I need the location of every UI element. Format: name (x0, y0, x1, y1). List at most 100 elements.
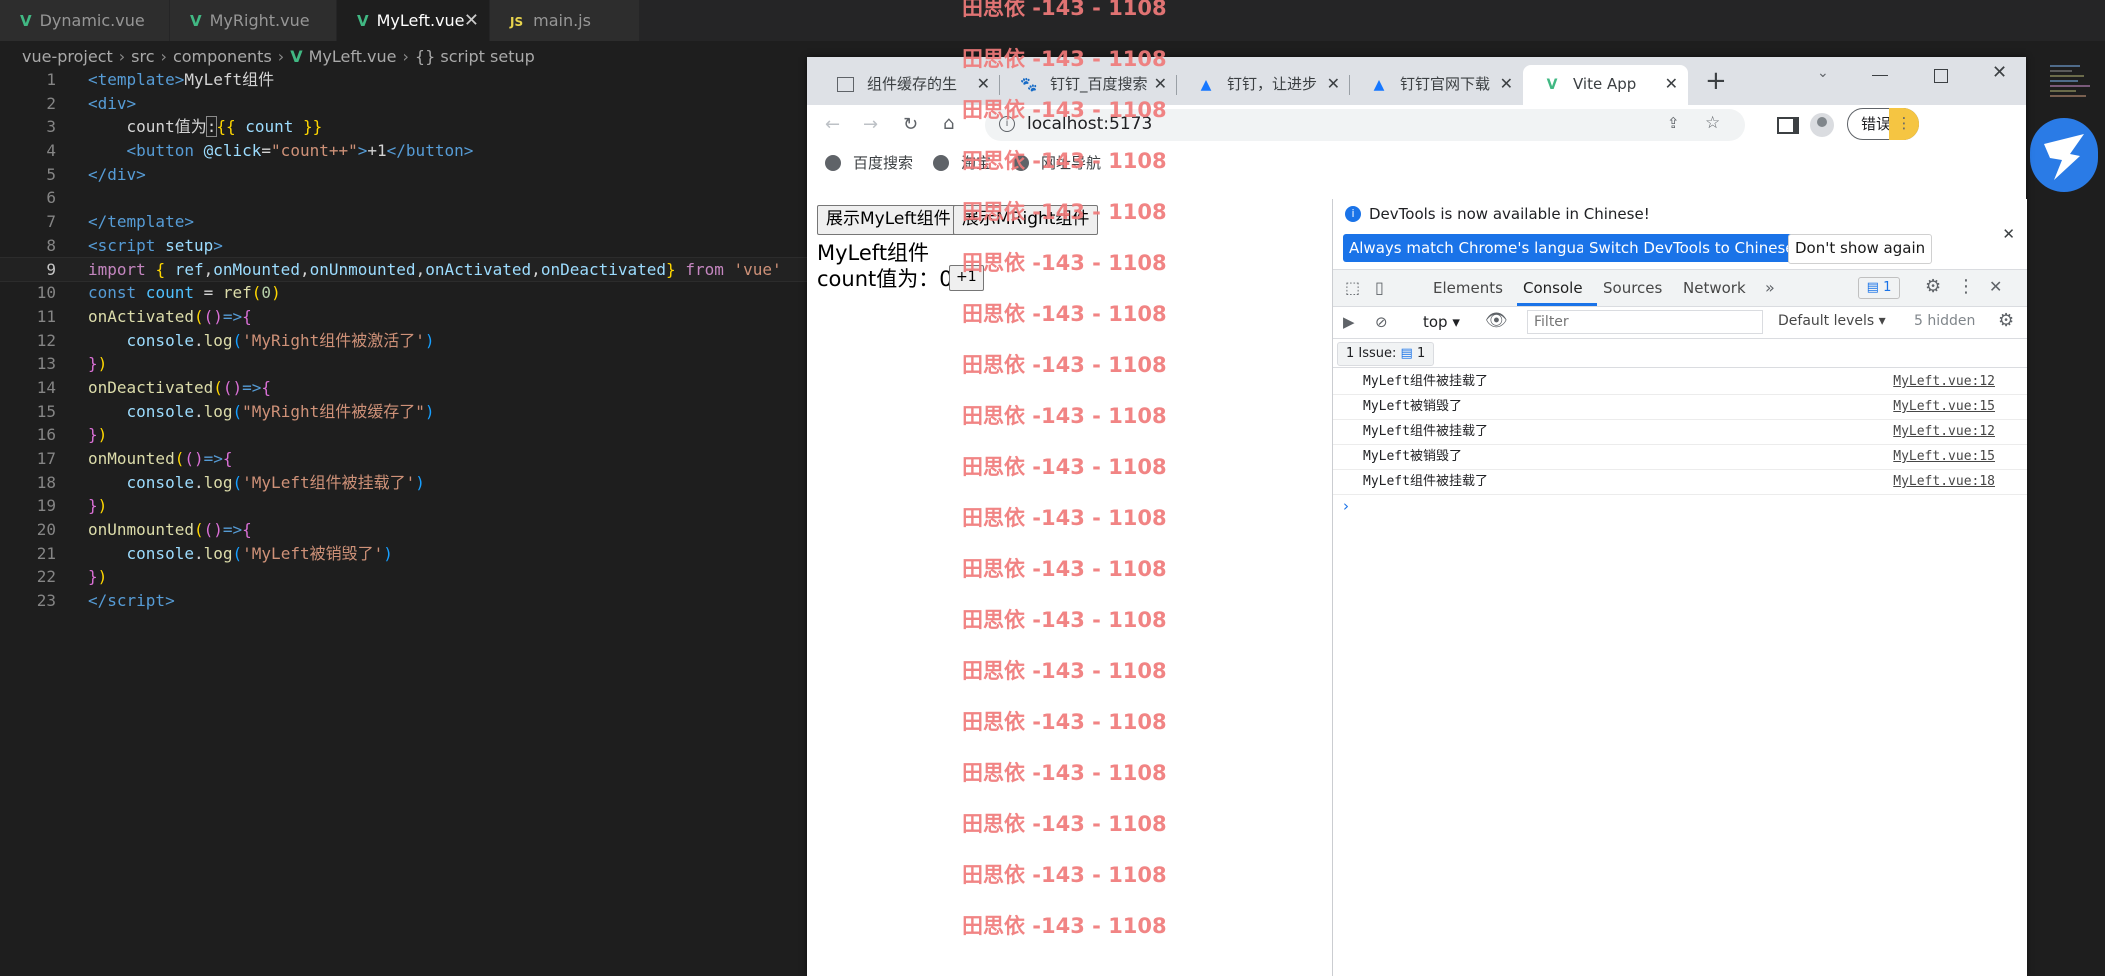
bookmark-baidu[interactable]: 百度搜索 (825, 145, 913, 181)
code-line: 3 count值为:{{ count }} (46, 116, 323, 138)
reload-icon[interactable]: ↻ (903, 115, 918, 135)
source-link[interactable]: MyLeft.vue:15 (1893, 394, 1995, 419)
tab-elements[interactable]: Elements (1433, 270, 1503, 306)
code-line: 10 const count = ref(0) (36, 283, 281, 303)
browser-tab[interactable]: ▲ 钉钉，让进步 ✕ (1177, 65, 1350, 105)
context-selector[interactable]: top ▾ (1423, 313, 1460, 331)
editor-tab-myleft[interactable]: V MyLeft.vue ✕ (337, 0, 490, 41)
close-window-button[interactable]: ✕ (1992, 62, 2007, 83)
device-toolbar-icon[interactable]: ▯ (1375, 278, 1384, 298)
code-line: 14 onDeactivated(()=>{ (36, 377, 272, 397)
show-myleft-button[interactable]: 展示MyLeft组件 (817, 205, 960, 235)
close-icon[interactable]: ✕ (1989, 277, 2002, 297)
profile-error-button[interactable]: 错误 ⋮ (1847, 108, 1919, 140)
browser-tab-active[interactable]: V Vite App ✕ (1523, 65, 1688, 105)
switch-to-chinese-button[interactable]: Switch DevTools to Chinese (1583, 234, 1801, 262)
issues-counter[interactable]: ▤ 1 (1858, 277, 1900, 299)
source-link[interactable]: MyLeft.vue:12 (1893, 419, 1995, 444)
code-line: 1 <template>MyLeft组件 (46, 70, 275, 89)
more-vert-icon[interactable]: ⋮ (1889, 108, 1919, 140)
info-icon: i (1345, 206, 1361, 222)
source-link[interactable]: MyLeft.vue:18 (1893, 469, 1995, 494)
breadcrumb-item[interactable]: {} script setup (415, 47, 535, 66)
back-icon[interactable]: ← (825, 115, 840, 135)
minimize-button[interactable] (1872, 75, 1888, 76)
clear-console-icon[interactable]: ⊘ (1375, 312, 1388, 332)
watermark-text: 田思依 -143 - 1108 (962, 455, 1167, 479)
code-line: 13}) (36, 354, 108, 374)
share-icon[interactable]: ⇪ (1667, 114, 1680, 132)
source-link[interactable]: MyLeft.vue:12 (1893, 369, 1995, 394)
editor-tab-myright[interactable]: V MyRight.vue (170, 0, 337, 41)
source-link[interactable]: MyLeft.vue:15 (1893, 444, 1995, 469)
code-line: 15 console.log("MyRight组件被缓存了") (36, 401, 435, 421)
settings-gear-icon[interactable]: ⚙ (1925, 277, 1941, 297)
tab-console[interactable]: Console (1517, 270, 1597, 306)
inspect-element-icon[interactable]: ⬚ (1345, 278, 1360, 298)
console-prompt[interactable]: › (1343, 497, 1349, 515)
more-vert-icon[interactable]: ⋮ (1957, 277, 1975, 297)
breadcrumb-item[interactable]: components (173, 47, 272, 66)
close-icon[interactable]: ✕ (2002, 225, 2015, 243)
vue-file-icon: V (190, 12, 202, 30)
code-line: 12 console.log('MyRight组件被激活了') (36, 330, 435, 350)
code-editor[interactable]: 1 <template>MyLeft组件 2 <div> 3 count值为:{{ … (0, 68, 809, 613)
issues-button[interactable]: 1 Issue: ▤ 1 (1337, 342, 1435, 366)
dingtalk-float-icon[interactable] (2030, 118, 2098, 192)
watermark-text: 田思依 -143 - 1108 (962, 761, 1167, 785)
sidebar-toggle-icon[interactable]: ▶ (1343, 312, 1355, 332)
issues-bar: 1 Issue: ▤ 1 (1333, 339, 2027, 368)
home-icon[interactable]: ⌂ (943, 114, 954, 134)
editor-tab-dynamic[interactable]: V Dynamic.vue (0, 0, 170, 41)
code-line: 2 <div> (46, 93, 137, 113)
close-icon[interactable]: ✕ (1500, 65, 1513, 103)
js-file-icon: JS (510, 15, 524, 29)
watermark-text: 田思依 -143 - 1108 (962, 251, 1167, 275)
watermark-text: 田思依 -143 - 1108 (962, 506, 1167, 530)
watermark-text: 田思依 -143 - 1108 (962, 863, 1167, 887)
close-icon[interactable]: ✕ (1665, 65, 1678, 103)
watermark-text: 田思依 -143 - 1108 (962, 200, 1167, 224)
code-line: 7 </template> (46, 212, 194, 232)
console-message: MyLeft组件被挂载了 MyLeft.vue:12 (1333, 369, 2027, 395)
code-line: 11 onActivated(()=>{ (36, 306, 252, 326)
code-line: 17 onMounted(()=>{ (36, 449, 233, 468)
eye-icon[interactable]: 👁 (1485, 311, 1508, 331)
maximize-button[interactable] (1934, 69, 1948, 83)
match-language-button[interactable]: Always match Chrome's language (1343, 234, 1610, 262)
tab-network[interactable]: Network (1683, 270, 1746, 306)
code-line: 19}) (36, 496, 108, 516)
avatar[interactable] (1810, 113, 1834, 137)
breadcrumb-item[interactable]: vue-project (22, 47, 113, 66)
vue-file-icon: V (290, 47, 303, 66)
close-icon[interactable]: ✕ (464, 0, 479, 41)
watermark-text: 田思依 -143 - 1108 (962, 0, 1167, 20)
chat-icon: ▤ (1866, 280, 1884, 295)
watermark-text: 田思依 -143 - 1108 (962, 98, 1167, 122)
close-icon[interactable]: ✕ (1327, 65, 1340, 103)
code-line: 21 console.log('MyLeft被销毁了') (36, 543, 393, 563)
log-levels-dropdown[interactable]: Default levels ▾ (1778, 313, 1886, 329)
baidu-paw-icon: 🐾 (1020, 77, 1038, 93)
code-line: 20 onUnmounted(()=>{ (36, 520, 252, 540)
editor-tab-mainjs[interactable]: JS main.js (490, 0, 640, 41)
breadcrumb-item[interactable]: MyLeft.vue (309, 47, 397, 66)
globe-icon (825, 155, 841, 171)
side-panel-icon[interactable] (1777, 117, 1799, 134)
console-toolbar: ▶ ⊘ top ▾ 👁 Default levels ▾ 5 hidden ⚙ (1333, 306, 2027, 339)
breadcrumb-item[interactable]: src (131, 47, 154, 66)
minimap[interactable] (2050, 62, 2096, 122)
tab-search-icon[interactable]: ⌄ (1817, 65, 1829, 81)
console-settings-gear-icon[interactable]: ⚙ (1998, 311, 2014, 331)
bookmark-star-icon[interactable]: ☆ (1705, 113, 1720, 133)
watermark-text: 田思依 -143 - 1108 (962, 47, 1167, 71)
more-tabs-icon[interactable]: » (1765, 278, 1775, 298)
console-filter-input[interactable] (1527, 310, 1763, 334)
forward-icon[interactable]: → (863, 115, 878, 135)
chevron-right-icon: › (277, 47, 285, 66)
dont-show-again-button[interactable]: Don't show again (1788, 234, 1933, 264)
new-tab-button[interactable]: + (1705, 65, 1727, 97)
tab-sources[interactable]: Sources (1603, 270, 1662, 306)
code-line: 5 </div> (46, 164, 146, 184)
browser-tab[interactable]: ▲ 钉钉官网下载 ✕ (1350, 65, 1523, 105)
